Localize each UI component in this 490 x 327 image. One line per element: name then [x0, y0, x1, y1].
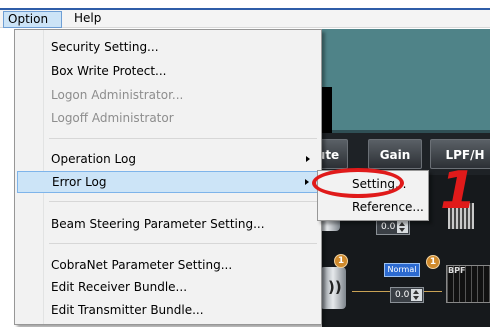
gain-value-2: 0.0: [395, 290, 410, 300]
app-panel-edge: [322, 87, 332, 133]
submenu-arrow-icon: [306, 156, 310, 162]
badge-1: 1: [334, 254, 348, 268]
menu-separator: [49, 201, 317, 202]
app-header-area: [322, 29, 490, 133]
option-menu: Security Setting... Box Write Protect...…: [14, 29, 322, 325]
menu-item-cobranet-parameter-setting[interactable]: CobraNet Parameter Setting...: [17, 254, 319, 276]
column-header-gain[interactable]: Gain: [368, 139, 422, 169]
menu-item-logoff-administrator: Logoff Administrator: [51, 111, 174, 125]
menu-item-operation-log-label: Operation Log: [51, 152, 136, 166]
menu-item-edit-receiver-bundle[interactable]: Edit Receiver Bundle...: [17, 276, 319, 298]
menu-item-error-log-label: Error Log: [52, 175, 107, 189]
step-number-callout: 1: [440, 161, 477, 221]
submenu-item-reference[interactable]: Reference...: [320, 196, 426, 218]
menu-item-beam-steering-parameter-setting[interactable]: Beam Steering Parameter Setting...: [17, 213, 319, 235]
speaker-icon-2[interactable]: )): [322, 267, 346, 309]
menu-separator: [49, 243, 317, 244]
window-top-edge: [0, 0, 490, 8]
gain-spinner-1[interactable]: 0.0: [376, 219, 410, 235]
menu-option[interactable]: Option: [3, 11, 62, 28]
badge-2: 1: [426, 255, 440, 269]
menu-separator: [49, 138, 317, 139]
menu-item-box-write-protect[interactable]: Box Write Protect...: [17, 60, 319, 82]
highlight-ring-annotation: [312, 168, 404, 198]
window-title-line: [0, 8, 490, 10]
gain-value-1: 0.0: [381, 222, 396, 232]
spinner-arrows-icon[interactable]: [411, 289, 422, 301]
menu-item-security-setting[interactable]: Security Setting...: [17, 36, 319, 58]
column-header-mute[interactable]: ute: [322, 139, 348, 169]
gain-spinner-2[interactable]: 0.0: [390, 287, 424, 303]
menu-bar: Option Help: [0, 0, 490, 28]
menu-item-error-log[interactable]: Error Log: [17, 171, 319, 193]
submenu-arrow-icon: [305, 179, 309, 185]
normal-button[interactable]: Normal: [384, 263, 420, 277]
spinner-arrows-icon[interactable]: [397, 221, 408, 233]
menu-item-logon-administrator: Logon Administrator...: [51, 88, 184, 102]
menu-item-edit-transmitter-bundle[interactable]: Edit Transmitter Bundle...: [17, 299, 319, 321]
bpf-label: BPF: [448, 266, 466, 275]
menu-item-operation-log[interactable]: Operation Log: [17, 148, 319, 170]
menu-help[interactable]: Help: [70, 11, 105, 28]
